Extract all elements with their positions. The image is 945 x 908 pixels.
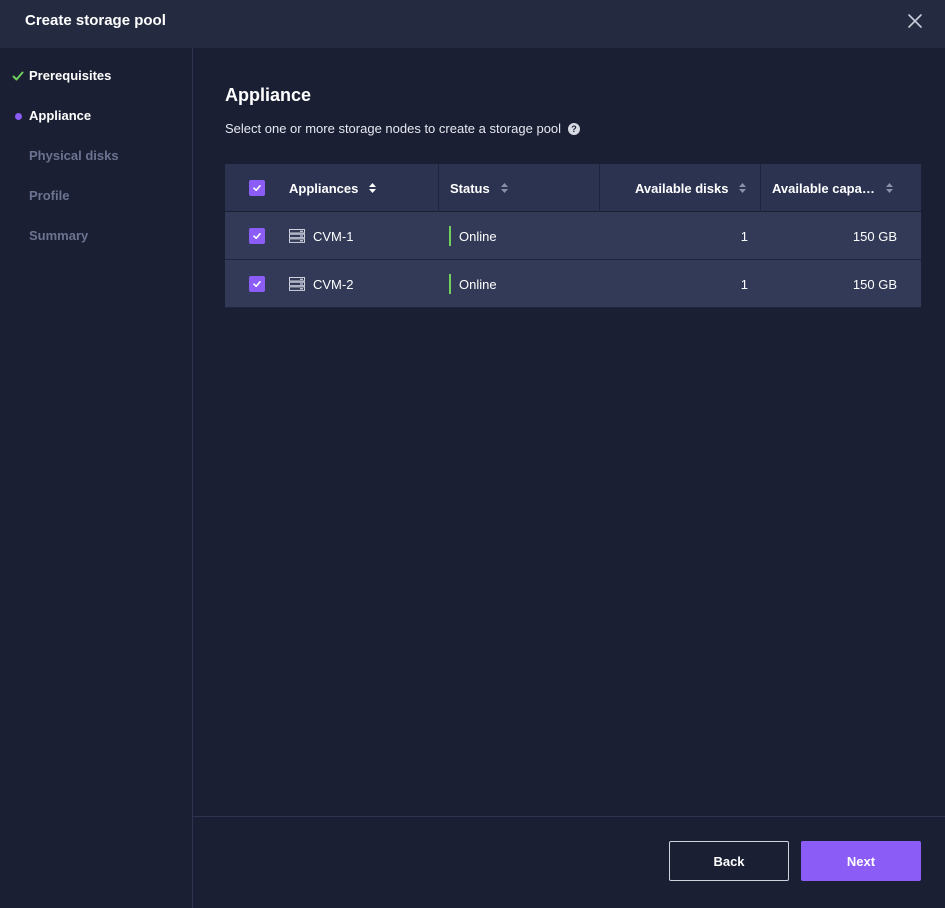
- select-all-checkbox[interactable]: [249, 180, 265, 196]
- appliance-table: Appliances Status Available disks Availa…: [225, 164, 921, 308]
- subtitle-text: Select one or more storage nodes to crea…: [225, 121, 562, 136]
- row-checkbox[interactable]: [249, 276, 265, 292]
- table-header: Appliances Status Available disks Availa…: [225, 164, 921, 212]
- back-button[interactable]: Back: [669, 841, 789, 881]
- step-label: Summary: [29, 228, 89, 243]
- step-profile: Profile: [0, 186, 192, 206]
- server-icon: [289, 277, 305, 291]
- status-cell: Online: [449, 212, 497, 260]
- appliance-cell: CVM-1: [289, 212, 353, 260]
- step-appliance[interactable]: Appliance: [0, 106, 192, 126]
- step-label: Profile: [29, 188, 70, 203]
- column-header-available-disks[interactable]: Available disks: [635, 164, 747, 212]
- column-label: Available capa…: [772, 180, 875, 196]
- capacity-cell: 150 GB: [760, 260, 897, 308]
- sort-icon: [738, 182, 747, 194]
- sort-icon: [368, 182, 377, 194]
- column-header-appliances[interactable]: Appliances: [289, 164, 377, 212]
- column-label: Appliances: [289, 180, 359, 196]
- help-icon[interactable]: ?: [568, 122, 581, 135]
- step-prerequisites[interactable]: Prerequisites: [0, 66, 192, 86]
- page-subtitle: Select one or more storage nodes to crea…: [225, 121, 581, 136]
- check-icon: [12, 70, 24, 82]
- wizard-steps: Prerequisites Appliance Physical disks P…: [0, 48, 193, 908]
- page-title: Appliance: [225, 85, 312, 105]
- close-icon[interactable]: [907, 13, 923, 29]
- appliance-cell: CVM-2: [289, 260, 353, 308]
- column-label: Status: [450, 180, 490, 196]
- current-step-dot-icon: [12, 110, 24, 122]
- next-button[interactable]: Next: [801, 841, 921, 881]
- sort-icon: [500, 182, 509, 194]
- online-status-indicator: [449, 226, 451, 246]
- row-checkbox[interactable]: [249, 228, 265, 244]
- dialog-titlebar: Create storage pool: [0, 0, 945, 48]
- sort-icon: [885, 182, 894, 194]
- disks-value: 1: [740, 228, 748, 244]
- disks-cell: 1: [599, 212, 748, 260]
- appliance-name: CVM-1: [313, 228, 354, 244]
- step-label: Appliance: [29, 108, 92, 123]
- disks-value: 1: [740, 276, 748, 292]
- step-physical-disks: Physical disks: [0, 146, 192, 166]
- table-row[interactable]: CVM-1 Online 1 150 GB: [225, 212, 921, 260]
- dialog-title: Create storage pool: [25, 12, 166, 29]
- step-summary: Summary: [0, 226, 192, 246]
- dialog-footer: Back Next: [193, 816, 945, 908]
- table-row[interactable]: CVM-2 Online 1 150 GB: [225, 260, 921, 308]
- column-header-available-capacity[interactable]: Available capa…: [772, 164, 894, 212]
- capacity-cell: 150 GB: [760, 212, 897, 260]
- column-header-status[interactable]: Status: [450, 164, 509, 212]
- online-status-indicator: [449, 274, 451, 294]
- column-label: Available disks: [635, 180, 729, 196]
- step-label: Prerequisites: [29, 68, 112, 83]
- capacity-value: 150 GB: [852, 276, 897, 292]
- capacity-value: 150 GB: [852, 228, 897, 244]
- status-cell: Online: [449, 260, 497, 308]
- server-icon: [289, 229, 305, 243]
- disks-cell: 1: [599, 260, 748, 308]
- step-label: Physical disks: [29, 148, 119, 163]
- appliance-name: CVM-2: [313, 276, 354, 292]
- status-text: Online: [459, 228, 497, 244]
- main-panel: Appliance Select one or more storage nod…: [193, 48, 945, 816]
- status-text: Online: [459, 276, 497, 292]
